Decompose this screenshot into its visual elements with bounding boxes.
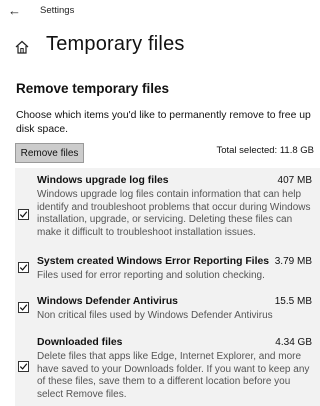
- list-item-downloaded-files[interactable]: Downloaded files 4.34 GB Delete files th…: [15, 337, 320, 405]
- temporary-files-list: Windows upgrade log files 407 MB Windows…: [15, 168, 320, 406]
- list-item-windows-upgrade-log-files[interactable]: Windows upgrade log files 407 MB Windows…: [15, 175, 320, 253]
- item-size: 3.79 MB: [274, 256, 312, 267]
- list-item-windows-defender-antivirus[interactable]: Windows Defender Antivirus 15.5 MB Non c…: [15, 296, 320, 326]
- item-description: Windows upgrade log files contain inform…: [37, 189, 311, 238]
- back-arrow-icon[interactable]: ←: [8, 3, 24, 19]
- checkbox-downloaded-files[interactable]: [18, 361, 29, 372]
- page-title: Temporary files: [46, 33, 185, 55]
- item-description: Non critical files used by Windows Defen…: [37, 310, 273, 321]
- item-name: Downloaded files: [37, 337, 123, 348]
- item-name: Windows upgrade log files: [37, 175, 169, 186]
- total-selected: Total selected: 11.8 GB: [216, 145, 314, 156]
- item-name: Windows Defender Antivirus: [37, 296, 178, 307]
- section-description: Choose which items you'd like to permane…: [16, 110, 311, 135]
- item-description: Delete files that apps like Edge, Intern…: [37, 351, 310, 400]
- checkmark-icon: [19, 264, 28, 271]
- home-icon[interactable]: [14, 39, 30, 55]
- item-size: 15.5 MB: [274, 296, 312, 307]
- checkmark-icon: [19, 363, 28, 370]
- item-name: System created Windows Error Reporting F…: [37, 256, 270, 267]
- checkbox-windows-upgrade-log-files[interactable]: [18, 209, 29, 220]
- checkmark-icon: [19, 211, 28, 218]
- item-size: 4.34 GB: [275, 337, 312, 348]
- checkbox-windows-defender-antivirus[interactable]: [18, 302, 29, 313]
- section-heading: Remove temporary files: [16, 81, 170, 96]
- title-bar: ← Settings: [0, 0, 320, 24]
- item-description: Files used for error reporting and solut…: [37, 270, 265, 281]
- checkbox-system-error-reporting-files[interactable]: [18, 262, 29, 273]
- list-item-system-error-reporting-files[interactable]: System created Windows Error Reporting F…: [15, 256, 320, 286]
- checkmark-icon: [19, 304, 28, 311]
- item-size: 407 MB: [277, 175, 312, 186]
- remove-files-button[interactable]: Remove files: [15, 143, 84, 163]
- app-title: Settings: [40, 5, 75, 16]
